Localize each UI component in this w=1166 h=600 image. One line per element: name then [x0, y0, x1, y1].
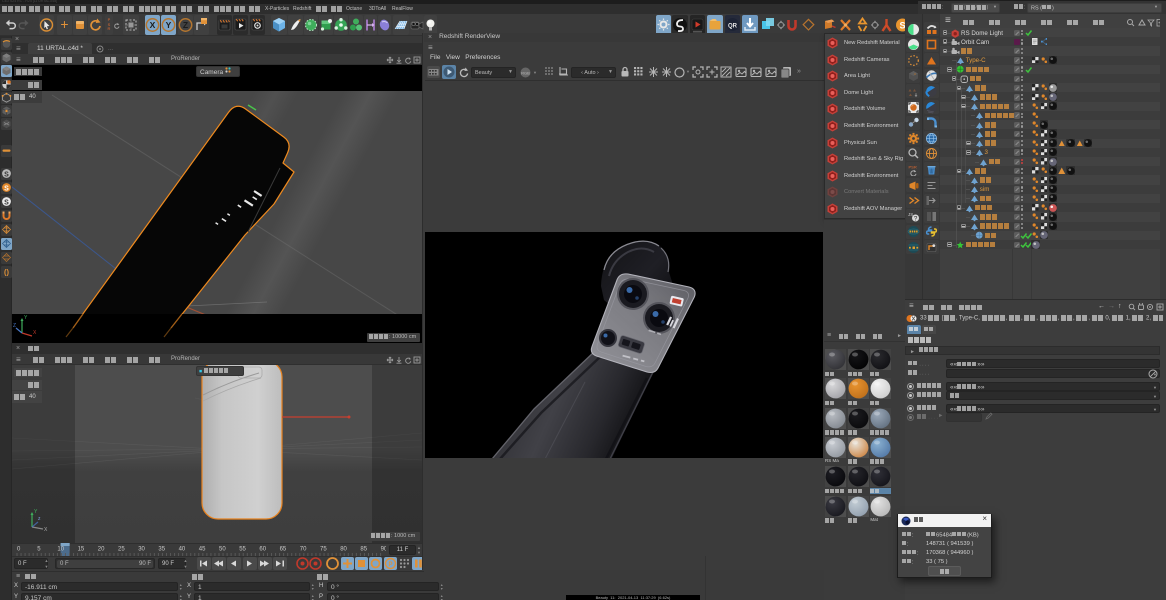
svg-text:Y: Y: [166, 20, 172, 30]
svg-text:Z: Z: [182, 20, 187, 30]
svg-text:40: 40: [179, 547, 186, 553]
svg-text:S: S: [4, 186, 9, 193]
svg-text:X: X: [150, 20, 156, 30]
svg-text:S: S: [4, 200, 9, 207]
svg-text:Y: Y: [24, 315, 28, 321]
svg-text:15: 15: [78, 547, 85, 553]
svg-text:25: 25: [118, 547, 125, 553]
svg-text:80: 80: [340, 547, 347, 553]
svg-text:50: 50: [219, 547, 226, 553]
svg-text:20: 20: [98, 547, 105, 553]
svg-text:X: X: [33, 330, 37, 336]
svg-text:45: 45: [199, 547, 206, 553]
svg-text:10: 10: [57, 547, 64, 553]
svg-text:Y: Y: [34, 509, 38, 515]
svg-text:0: 0: [17, 547, 21, 553]
svg-text:65: 65: [280, 547, 287, 553]
svg-text:z: z: [38, 516, 41, 522]
svg-text:70: 70: [300, 547, 307, 553]
svg-text:55: 55: [239, 547, 246, 553]
svg-text:PSR: PSR: [908, 164, 916, 169]
svg-text:Z: Z: [13, 323, 16, 329]
svg-text:85: 85: [360, 547, 367, 553]
svg-text:X: X: [44, 527, 48, 533]
svg-text:(): (): [4, 268, 9, 277]
svg-text:5: 5: [37, 547, 41, 553]
svg-text:75: 75: [320, 547, 327, 553]
svg-text:QR: QR: [728, 24, 738, 30]
svg-text:90: 90: [381, 547, 386, 553]
svg-text:RGB: RGB: [521, 71, 530, 76]
svg-text:35: 35: [158, 547, 165, 553]
svg-text:P: P: [388, 562, 392, 568]
svg-text:60: 60: [259, 547, 266, 553]
svg-text:30: 30: [138, 547, 145, 553]
svg-text:S: S: [4, 172, 9, 179]
svg-text:?: ?: [913, 215, 917, 222]
